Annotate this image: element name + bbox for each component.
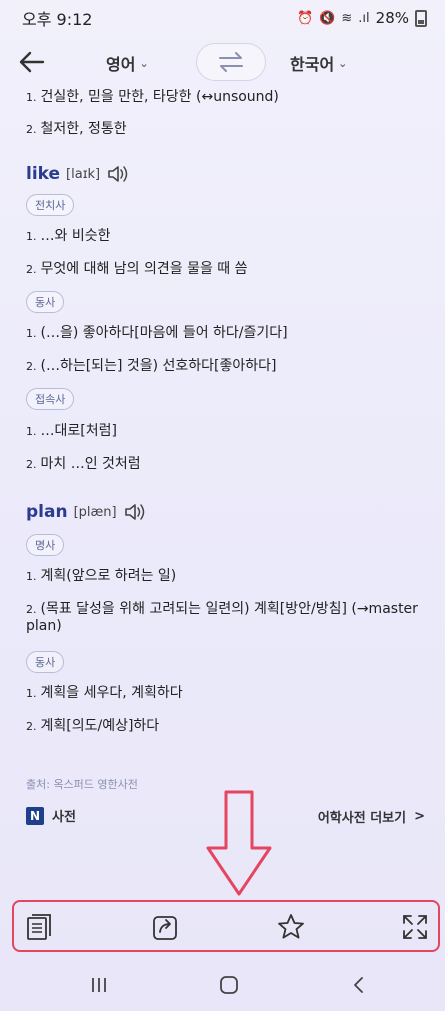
battery-percent: 28% <box>375 9 409 27</box>
headword[interactable]: plan <box>26 502 68 522</box>
alarm-icon: ⏰ <box>297 10 314 26</box>
pos-chip: 동사 <box>26 291 65 313</box>
sense-line: 2. 계획[의도/예상]하다 <box>26 718 160 734</box>
pos-chip: 전치사 <box>26 194 75 216</box>
signal-icon: .ıl <box>358 10 370 26</box>
headword[interactable]: like <box>26 164 60 184</box>
naver-dictionary-label: 사전 <box>52 810 76 825</box>
more-dictionary-label: 어학사전 더보기 <box>317 811 407 826</box>
sense-line: 1. …와 비슷한 <box>26 228 111 244</box>
battery-icon <box>415 9 427 27</box>
star-icon[interactable] <box>276 912 306 942</box>
sense-line: 1. 건실한, 믿을 만한, 타당한 (↔unsound) <box>26 89 279 105</box>
sense-line: 2. 무엇에 대해 남의 의견을 물을 때 씀 <box>26 261 248 277</box>
back-nav-icon[interactable] <box>348 974 370 996</box>
phonetic: [laɪk] <box>66 166 101 182</box>
status-icons: ⏰ 🔇 ≋ .ıl 28% <box>297 9 427 27</box>
chevron-down-icon: ⌄ <box>139 56 149 70</box>
swap-icon <box>219 52 243 72</box>
swap-languages-button[interactable] <box>196 43 266 81</box>
chevron-right-icon: > <box>414 809 425 824</box>
sense-line: 1. 계획을 세우다, 계획하다 <box>26 685 183 701</box>
headword-plan: plan [plæn] <box>26 502 147 522</box>
notes-icon[interactable] <box>24 912 54 942</box>
share-icon[interactable] <box>150 912 180 942</box>
sense-line: 2. 마치 …인 것처럼 <box>26 456 141 472</box>
sense-line: 2. 철저한, 정통한 <box>26 121 127 137</box>
sense-line: 2. (목표 달성을 위해 고려되는 일련의) 계획[방안/방침] (→maste… <box>26 601 418 617</box>
source-language-select[interactable]: 영어 ⌄ <box>106 51 149 75</box>
mute-icon: 🔇 <box>319 10 336 26</box>
sense-line: 1. (…을) 좋아하다[마음에 들어 하다/즐기다] <box>26 325 288 341</box>
chevron-down-icon: ⌄ <box>338 56 348 70</box>
naver-logo-icon: N <box>26 806 44 825</box>
expand-icon[interactable] <box>400 912 430 942</box>
naver-dictionary-link[interactable]: N 사전 <box>26 806 76 825</box>
dictionary-source: 출처: 옥스퍼드 영한사전 <box>26 778 138 791</box>
phonetic: [plæn] <box>73 504 117 520</box>
pos-chip: 동사 <box>26 651 65 673</box>
more-dictionary-link[interactable]: 어학사전 더보기 > <box>318 807 425 826</box>
sense-line: 1. 계획(앞으로 하려는 일) <box>26 568 177 584</box>
sense-line-continuation: plan) <box>26 618 62 634</box>
target-language-label: 한국어 <box>290 55 335 74</box>
annotation-arrow-icon <box>206 790 272 896</box>
pos-chip: 접속사 <box>26 388 75 410</box>
speaker-icon[interactable] <box>106 164 130 184</box>
pos-chip: 명사 <box>26 534 65 556</box>
recents-icon[interactable] <box>88 974 110 996</box>
headword-like: like [laɪk] <box>26 164 130 184</box>
system-navigation-bar <box>0 960 445 1011</box>
status-bar: 오후 9:12 ⏰ 🔇 ≋ .ıl 28% <box>0 0 445 36</box>
sense-line: 2. (…하는[되는] 것을) 선호하다[좋아하다] <box>26 358 277 374</box>
bottom-toolbar <box>12 900 440 952</box>
home-icon[interactable] <box>218 974 240 996</box>
source-language-label: 영어 <box>106 55 136 74</box>
wifi-icon: ≋ <box>341 10 353 26</box>
arrow-left-icon[interactable] <box>16 46 48 78</box>
status-time: 오후 9:12 <box>22 10 93 29</box>
target-language-select[interactable]: 한국어 ⌄ <box>290 51 347 75</box>
speaker-icon[interactable] <box>123 502 147 522</box>
top-bar: 영어 ⌄ 한국어 ⌄ <box>0 40 445 84</box>
sense-line: 1. …대로[처럼] <box>26 423 117 439</box>
